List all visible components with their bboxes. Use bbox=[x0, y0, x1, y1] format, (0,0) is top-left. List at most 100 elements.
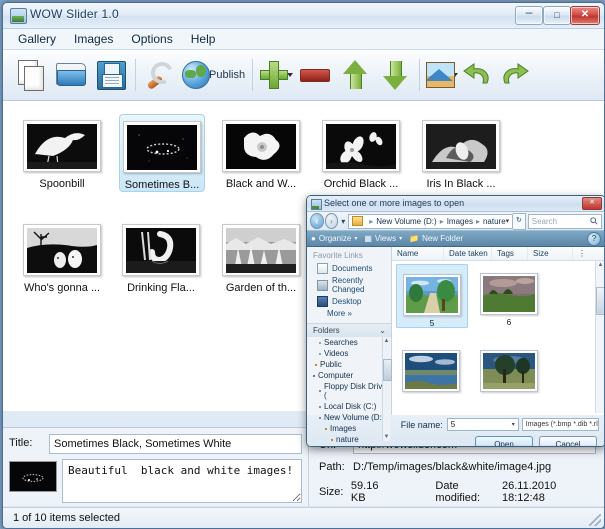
help-button[interactable]: ? bbox=[587, 231, 601, 246]
gallery-item-drinking-flamingo[interactable]: Drinking Fla... bbox=[119, 218, 203, 294]
file-item-3[interactable] bbox=[396, 341, 466, 403]
tree-item-videos[interactable]: Videos bbox=[307, 348, 391, 359]
gallery-item-spoonbill[interactable]: Spoonbill bbox=[20, 114, 104, 190]
remove-image-button[interactable] bbox=[295, 53, 335, 97]
file-list-pane[interactable]: Name Date taken Tags Size ⋮ 5 6 ▲ bbox=[392, 247, 604, 415]
tools-button[interactable] bbox=[140, 53, 180, 97]
file-type-select[interactable]: Images (*.bmp *.dib *.rle *.jpg *... ▾ bbox=[521, 418, 599, 431]
folders-header[interactable]: Folders ⌄ bbox=[307, 323, 391, 337]
undo-icon bbox=[463, 62, 493, 88]
effects-button[interactable] bbox=[424, 53, 456, 97]
new-volume-icon bbox=[319, 416, 321, 419]
breadcrumb-item-images[interactable]: Images bbox=[447, 217, 473, 226]
files-scroll-up-icon[interactable]: ▲ bbox=[596, 261, 604, 269]
tree-item-local-disk[interactable]: Local Disk (C:) bbox=[307, 401, 391, 412]
save-gallery-button[interactable] bbox=[91, 53, 131, 97]
tree-item-images[interactable]: Images bbox=[307, 423, 391, 434]
description-textarea[interactable]: Beautiful black and white images! bbox=[62, 459, 302, 503]
breadcrumb-bar[interactable]: ▸ New Volume (D:) ▸ Images ▸ nature ▾ bbox=[348, 213, 514, 229]
organize-button[interactable]: ● Organize ▾ bbox=[311, 234, 357, 243]
cancel-button[interactable]: Cancel bbox=[539, 436, 597, 446]
file-name-input[interactable]: 5 ▾ bbox=[446, 418, 519, 431]
forward-button[interactable]: › bbox=[324, 213, 339, 229]
file-item-6[interactable]: 6 bbox=[474, 264, 544, 327]
title-input[interactable] bbox=[49, 434, 302, 454]
search-field[interactable]: Search bbox=[527, 213, 602, 229]
tree-item-searches[interactable]: Searches bbox=[307, 337, 391, 348]
gallery-item-iris-in-black[interactable]: Iris In Black ... bbox=[419, 114, 503, 190]
column-size[interactable]: Size bbox=[528, 247, 573, 260]
folders-collapse-caret-icon[interactable]: ⌄ bbox=[379, 326, 386, 335]
scrollbar-thumb[interactable] bbox=[383, 359, 392, 381]
nav-item-recently-changed[interactable]: Recently Changed bbox=[307, 275, 391, 295]
menu-images[interactable]: Images bbox=[65, 30, 122, 48]
dialog-close-button[interactable]: ✕ bbox=[582, 197, 602, 210]
file-name-caret-icon[interactable]: ▾ bbox=[512, 421, 515, 428]
resize-grip-icon[interactable] bbox=[589, 514, 601, 526]
nav-item-documents[interactable]: Documents bbox=[307, 262, 391, 275]
views-button[interactable]: ▦ Views ▾ bbox=[364, 234, 402, 243]
file-thumbnail-image bbox=[405, 353, 457, 389]
minus-icon bbox=[300, 68, 331, 82]
open-gallery-button[interactable] bbox=[51, 53, 91, 97]
new-folder-icon: 📁 bbox=[409, 234, 420, 243]
close-icon: ✕ bbox=[580, 9, 590, 20]
move-down-button[interactable] bbox=[375, 53, 415, 97]
tree-label: Floppy Disk Drive ( bbox=[324, 382, 387, 400]
file-item-4[interactable] bbox=[474, 341, 544, 403]
column-date-taken[interactable]: Date taken bbox=[444, 247, 492, 260]
move-up-button[interactable] bbox=[335, 53, 375, 97]
gallery-item-garden-of-the-gods[interactable]: Garden of th... bbox=[219, 218, 303, 294]
recent-locations-caret-icon[interactable]: ▾ bbox=[341, 217, 345, 226]
new-gallery-button[interactable] bbox=[11, 53, 51, 97]
status-bar: 1 of 10 items selected bbox=[3, 507, 604, 528]
main-toolbar: Publish bbox=[3, 50, 604, 101]
breadcrumb-item-drive[interactable]: New Volume (D:) bbox=[376, 217, 436, 226]
file-thumbnail-grid[interactable]: 5 6 ▲ bbox=[392, 261, 604, 413]
breadcrumb-item-nature[interactable]: nature bbox=[483, 217, 506, 226]
files-scrollbar-thumb[interactable] bbox=[596, 287, 604, 315]
close-button[interactable]: ✕ bbox=[570, 6, 600, 25]
publish-label: Publish bbox=[209, 69, 246, 81]
redo-button[interactable] bbox=[496, 53, 532, 97]
organize-label: Organize bbox=[318, 234, 352, 243]
file-item-5[interactable]: 5 bbox=[396, 264, 468, 328]
folder-tree-scrollbar[interactable]: ▲ ▼ bbox=[382, 337, 392, 441]
gallery-item-orchid-black[interactable]: Orchid Black ... bbox=[319, 114, 403, 190]
breadcrumb-caret-icon[interactable]: ▾ bbox=[506, 217, 510, 225]
file-thumbnail-image bbox=[406, 277, 458, 313]
add-images-button[interactable] bbox=[257, 53, 291, 97]
file-list-scrollbar[interactable]: ▲ ▼ bbox=[595, 261, 604, 413]
gallery-item-sometimes-black[interactable]: Sometimes B... bbox=[119, 114, 205, 192]
menu-options[interactable]: Options bbox=[122, 30, 181, 48]
nav-more-button[interactable]: More » bbox=[307, 308, 391, 320]
gallery-item-black-and-white[interactable]: Black and W... bbox=[219, 114, 303, 190]
maximize-button[interactable]: □ bbox=[543, 6, 571, 25]
tree-item-new-volume[interactable]: New Volume (D:) bbox=[307, 412, 391, 423]
undo-button[interactable] bbox=[460, 53, 496, 97]
tree-item-public[interactable]: Public bbox=[307, 359, 391, 370]
column-tags[interactable]: Tags bbox=[492, 247, 528, 260]
tree-item-computer[interactable]: Computer bbox=[307, 370, 391, 381]
public-folder-icon bbox=[315, 363, 317, 366]
tree-item-nature[interactable]: nature bbox=[307, 434, 391, 445]
folder-tree[interactable]: Searches Videos Public Computer Floppy D… bbox=[307, 337, 392, 445]
gallery-item-whos-gonna[interactable]: Who's gonna ... bbox=[20, 218, 104, 294]
menu-help[interactable]: Help bbox=[182, 30, 225, 48]
computer-icon bbox=[313, 374, 315, 377]
new-folder-button[interactable]: 📁 New Folder bbox=[409, 234, 463, 243]
scroll-down-arrow-icon[interactable]: ▼ bbox=[383, 433, 390, 441]
nav-item-desktop[interactable]: Desktop bbox=[307, 295, 391, 308]
publish-button[interactable] bbox=[180, 53, 212, 97]
tree-item-floppy-drive[interactable]: Floppy Disk Drive ( bbox=[307, 381, 391, 401]
breadcrumb-sep-0: ▸ bbox=[369, 216, 374, 226]
scroll-up-arrow-icon[interactable]: ▲ bbox=[383, 337, 390, 345]
back-button[interactable]: ‹ bbox=[310, 213, 324, 229]
minimize-button[interactable]: – bbox=[515, 6, 543, 25]
column-name[interactable]: Name bbox=[392, 247, 444, 260]
column-options-icon[interactable]: ⋮ bbox=[573, 247, 593, 260]
open-button[interactable]: Open bbox=[475, 436, 533, 446]
refresh-button[interactable]: ↻ bbox=[513, 212, 526, 230]
title-row: Title: bbox=[9, 434, 302, 454]
menu-gallery[interactable]: Gallery bbox=[9, 30, 65, 48]
